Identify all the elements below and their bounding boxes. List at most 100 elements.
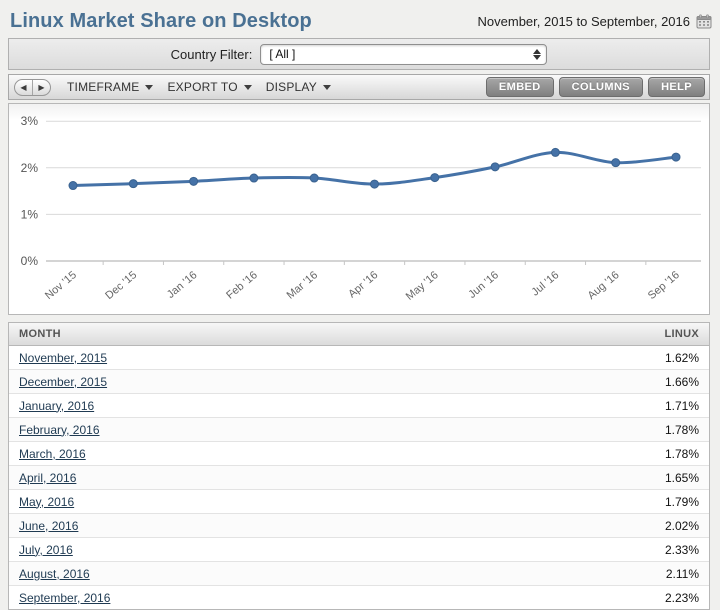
- x-axis-label: Dec '15: [103, 269, 139, 302]
- y-axis-label: 2%: [21, 161, 39, 175]
- toolbar: ◀ ▶ TIMEFRAME EXPORT TO DISPLAY EMBEDCOLUM…: [8, 74, 710, 100]
- table-row: November, 2015 1.62%: [9, 346, 709, 370]
- table-row: December, 2015 1.66%: [9, 370, 709, 394]
- date-range-wrap: November, 2015 to September, 2016: [478, 14, 712, 29]
- month-cell: June, 2016: [9, 514, 479, 538]
- data-table: MONTH LINUX November, 20151.62%December,…: [9, 323, 709, 609]
- month-cell: May, 2016: [9, 490, 479, 514]
- calendar-icon[interactable]: [696, 14, 712, 29]
- menu-export-to[interactable]: EXPORT TO: [163, 80, 261, 94]
- menu-label: DISPLAY: [266, 80, 317, 94]
- header: Linux Market Share on Desktop November, …: [10, 6, 712, 36]
- y-axis-label: 3%: [21, 114, 39, 128]
- statcounter-widget: Linux Market Share on Desktop November, …: [0, 0, 720, 606]
- month-link[interactable]: July, 2016: [19, 543, 73, 557]
- column-header-linux: LINUX: [479, 323, 709, 346]
- month-link[interactable]: June, 2016: [19, 519, 78, 533]
- value-cell: 1.78%: [479, 418, 709, 442]
- data-point-marker: [371, 180, 379, 188]
- data-table-box: MONTH LINUX November, 20151.62%December,…: [8, 322, 710, 610]
- table-row: September, 2016 2.23%: [9, 586, 709, 610]
- table-row: January, 2016 1.71%: [9, 394, 709, 418]
- menu-label: EXPORT TO: [167, 80, 237, 94]
- x-axis-label: May '16: [404, 269, 441, 303]
- value-cell: 1.79%: [479, 490, 709, 514]
- embed-button[interactable]: EMBED: [486, 77, 554, 97]
- data-point-marker: [310, 174, 318, 182]
- chart-svg: 0% 1% 2% 3% Nov '15 Dec '15 Jan '16 Feb '16 Mar …: [9, 104, 709, 312]
- x-axis-label: Mar '16: [285, 269, 321, 302]
- month-cell: March, 2016: [9, 442, 479, 466]
- x-axis-label: Jun '16: [466, 269, 501, 301]
- data-point-marker: [250, 174, 258, 182]
- month-link[interactable]: November, 2015: [19, 351, 107, 365]
- month-cell: December, 2015: [9, 370, 479, 394]
- month-link[interactable]: April, 2016: [19, 471, 76, 485]
- x-axis-label: Jul '16: [530, 269, 562, 298]
- country-filter-value: [ All ]: [269, 47, 295, 61]
- y-axis-label: 1%: [21, 207, 39, 221]
- month-link[interactable]: February, 2016: [19, 423, 100, 437]
- data-point-marker: [491, 163, 499, 171]
- columns-button[interactable]: COLUMNS: [559, 77, 643, 97]
- menu-label: TIMEFRAME: [67, 80, 139, 94]
- chevron-down-icon: [244, 85, 252, 90]
- line-chart: 0% 1% 2% 3% Nov '15 Dec '15 Jan '16 Feb '16 Mar …: [8, 103, 710, 315]
- data-point-marker: [129, 180, 137, 188]
- value-cell: 1.65%: [479, 466, 709, 490]
- value-cell: 2.23%: [479, 586, 709, 610]
- table-row: August, 2016 2.11%: [9, 562, 709, 586]
- month-link[interactable]: December, 2015: [19, 375, 107, 389]
- data-point-marker: [612, 159, 620, 167]
- month-cell: November, 2015: [9, 346, 479, 370]
- month-cell: February, 2016: [9, 418, 479, 442]
- country-filter-select[interactable]: [ All ]: [260, 44, 547, 65]
- month-cell: August, 2016: [9, 562, 479, 586]
- month-link[interactable]: March, 2016: [19, 447, 86, 461]
- table-row: February, 2016 1.78%: [9, 418, 709, 442]
- nav-forward-button[interactable]: ▶: [33, 80, 50, 95]
- value-cell: 2.33%: [479, 538, 709, 562]
- value-cell: 2.11%: [479, 562, 709, 586]
- data-point-marker: [551, 148, 559, 156]
- value-cell: 2.02%: [479, 514, 709, 538]
- page-title: Linux Market Share on Desktop: [10, 10, 312, 33]
- chevron-down-icon: [323, 85, 331, 90]
- month-link[interactable]: August, 2016: [19, 567, 90, 581]
- country-filter-label: Country Filter:: [171, 47, 253, 62]
- x-axis-label: Nov '15: [43, 269, 79, 302]
- chevron-down-icon: [145, 85, 153, 90]
- select-arrows-icon: [533, 49, 541, 60]
- value-cell: 1.71%: [479, 394, 709, 418]
- x-axis-label: Jan '16: [165, 269, 200, 301]
- table-header-row: MONTH LINUX: [9, 323, 709, 346]
- data-point-marker: [672, 153, 680, 161]
- column-header-month: MONTH: [9, 323, 479, 346]
- x-axis-label: Feb '16: [224, 269, 260, 302]
- y-axis-label: 0%: [21, 254, 39, 268]
- x-axis-label: Aug '16: [586, 269, 622, 302]
- value-cell: 1.62%: [479, 346, 709, 370]
- menu-display[interactable]: DISPLAY: [262, 80, 341, 94]
- table-row: April, 2016 1.65%: [9, 466, 709, 490]
- toolbar-menus: TIMEFRAME EXPORT TO DISPLAY: [63, 80, 341, 94]
- month-link[interactable]: January, 2016: [19, 399, 94, 413]
- country-filter-bar: Country Filter: [ All ]: [8, 38, 710, 70]
- month-link[interactable]: May, 2016: [19, 495, 74, 509]
- table-body: November, 20151.62%December, 20151.66%Ja…: [9, 346, 709, 610]
- month-cell: January, 2016: [9, 394, 479, 418]
- value-cell: 1.66%: [479, 370, 709, 394]
- help-button[interactable]: HELP: [648, 77, 705, 97]
- menu-timeframe[interactable]: TIMEFRAME: [63, 80, 163, 94]
- nav-back-button[interactable]: ◀: [15, 80, 32, 95]
- data-point-marker: [69, 182, 77, 190]
- x-axis-label: Apr '16: [346, 269, 380, 300]
- date-range: November, 2015 to September, 2016: [478, 14, 690, 29]
- toolbar-buttons: EMBEDCOLUMNSHELP: [486, 77, 705, 97]
- data-point-marker: [190, 177, 198, 185]
- data-point-marker: [431, 174, 439, 182]
- table-row: July, 2016 2.33%: [9, 538, 709, 562]
- month-link[interactable]: September, 2016: [19, 591, 110, 605]
- month-cell: July, 2016: [9, 538, 479, 562]
- x-axis-label: Sep '16: [646, 269, 682, 302]
